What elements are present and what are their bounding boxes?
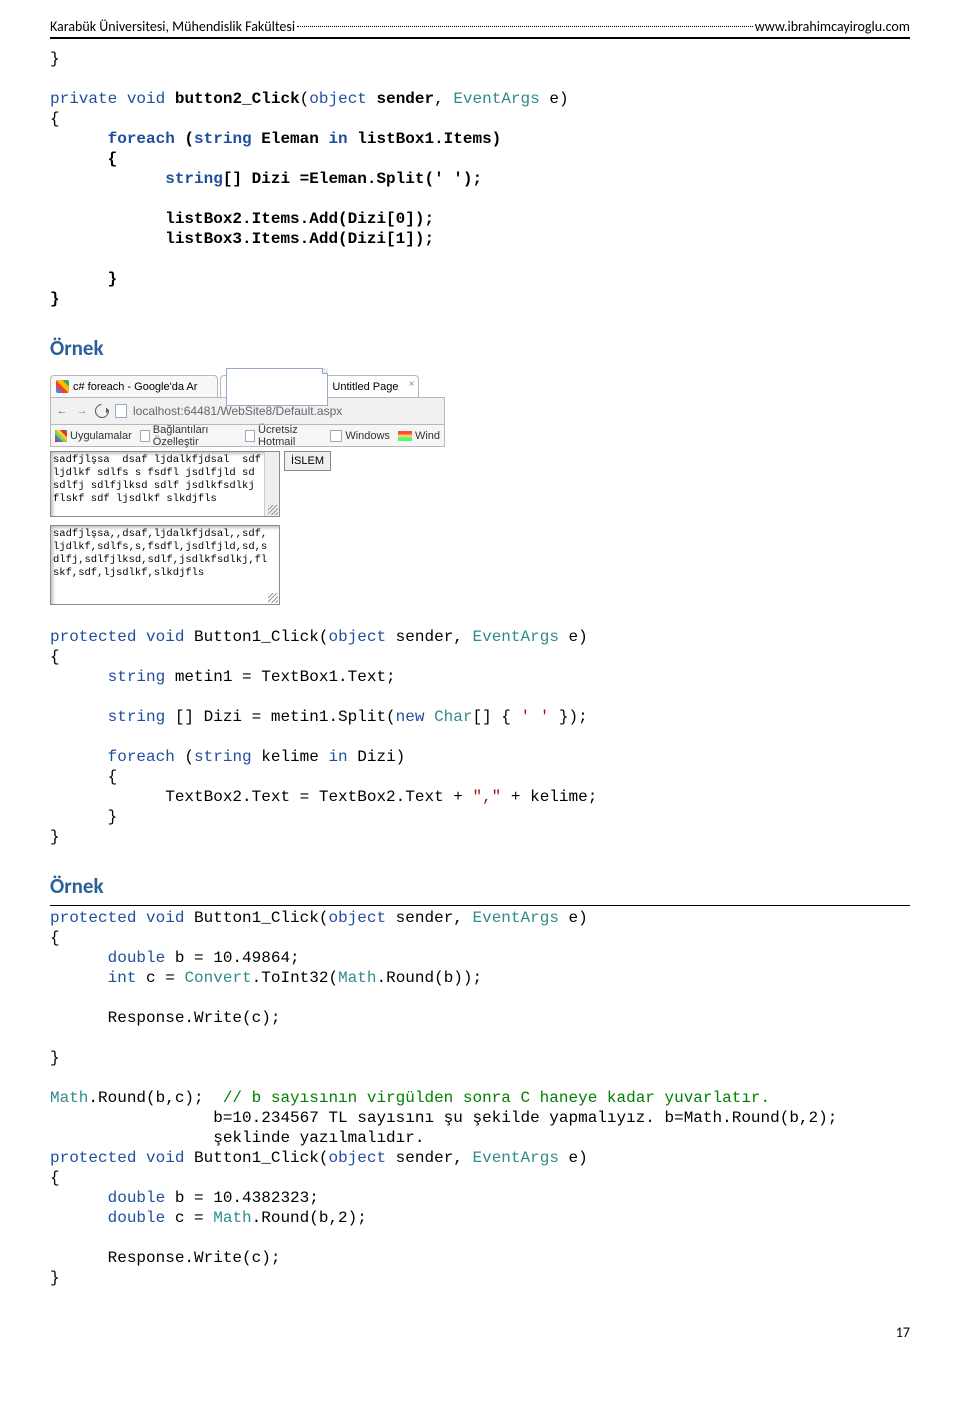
close-icon[interactable]: × (409, 379, 415, 390)
header-right: www.ibrahimcayiroglu.com (755, 18, 910, 35)
browser-tabs: c# foreach - Google'da Ar Untitled Page … (50, 375, 445, 397)
textarea-input-1[interactable]: sadfjlşsa dsaf ljdalkfjdsal sdf ljdlkf s… (50, 451, 280, 517)
bookmark-windows[interactable]: Windows (330, 430, 390, 442)
page-number: 17 (50, 1324, 910, 1341)
bookmarks-bar: Uygulamalar Bağlantıları Özelleştir Ücre… (50, 425, 445, 447)
browser-tab-1[interactable]: c# foreach - Google'da Ar (50, 375, 218, 397)
code-block-3: protected void Button1_Click(object send… (50, 908, 910, 1288)
page-file-icon (115, 404, 127, 418)
code-block-1: } private void button2_Click(object send… (50, 49, 910, 309)
page-icon (330, 430, 342, 442)
bookmark-apps[interactable]: Uygulamalar (55, 430, 132, 442)
browser-mock: c# foreach - Google'da Ar Untitled Page … (50, 375, 445, 609)
back-icon[interactable]: ← (55, 404, 69, 418)
page-icon (245, 430, 255, 442)
heading-ornek-2: Örnek (50, 873, 910, 899)
bookmark-baglantilari[interactable]: Bağlantıları Özelleştir (140, 424, 237, 448)
page-header: Karabük Üniversitesi, Mühendislik Fakült… (50, 18, 910, 35)
tab-2-label: Untitled Page (332, 381, 398, 393)
code-block-2: protected void Button1_Click(object send… (50, 627, 910, 847)
header-left: Karabük Üniversitesi, Mühendislik Fakült… (50, 18, 295, 35)
page-icon (140, 430, 150, 442)
google-icon (56, 380, 69, 393)
resize-handle[interactable] (268, 505, 278, 515)
browser-tab-2[interactable]: Untitled Page × (220, 375, 419, 397)
reload-icon[interactable] (92, 401, 112, 421)
textarea-output-2[interactable]: sadfjlşsa,,dsaf,ljdalkfjdsal,,sdf, ljdlk… (50, 525, 280, 605)
resize-handle[interactable] (268, 593, 278, 603)
page-icon (226, 368, 328, 406)
url-text[interactable]: localhost:64481/WebSite8/Default.aspx (133, 404, 342, 418)
islem-button[interactable]: İSLEM (284, 451, 331, 471)
windows-flag-icon (398, 431, 412, 441)
tab-1-label: c# foreach - Google'da Ar (73, 381, 197, 393)
bookmark-hotmail[interactable]: Ücretsiz Hotmail (245, 424, 322, 448)
bookmark-wind[interactable]: Wind (398, 430, 440, 442)
header-rule (50, 37, 910, 39)
apps-icon (55, 430, 67, 442)
ornek-rule (50, 905, 910, 906)
heading-ornek-1: Örnek (50, 335, 910, 361)
forward-icon: → (75, 404, 89, 418)
header-dots (297, 26, 753, 27)
